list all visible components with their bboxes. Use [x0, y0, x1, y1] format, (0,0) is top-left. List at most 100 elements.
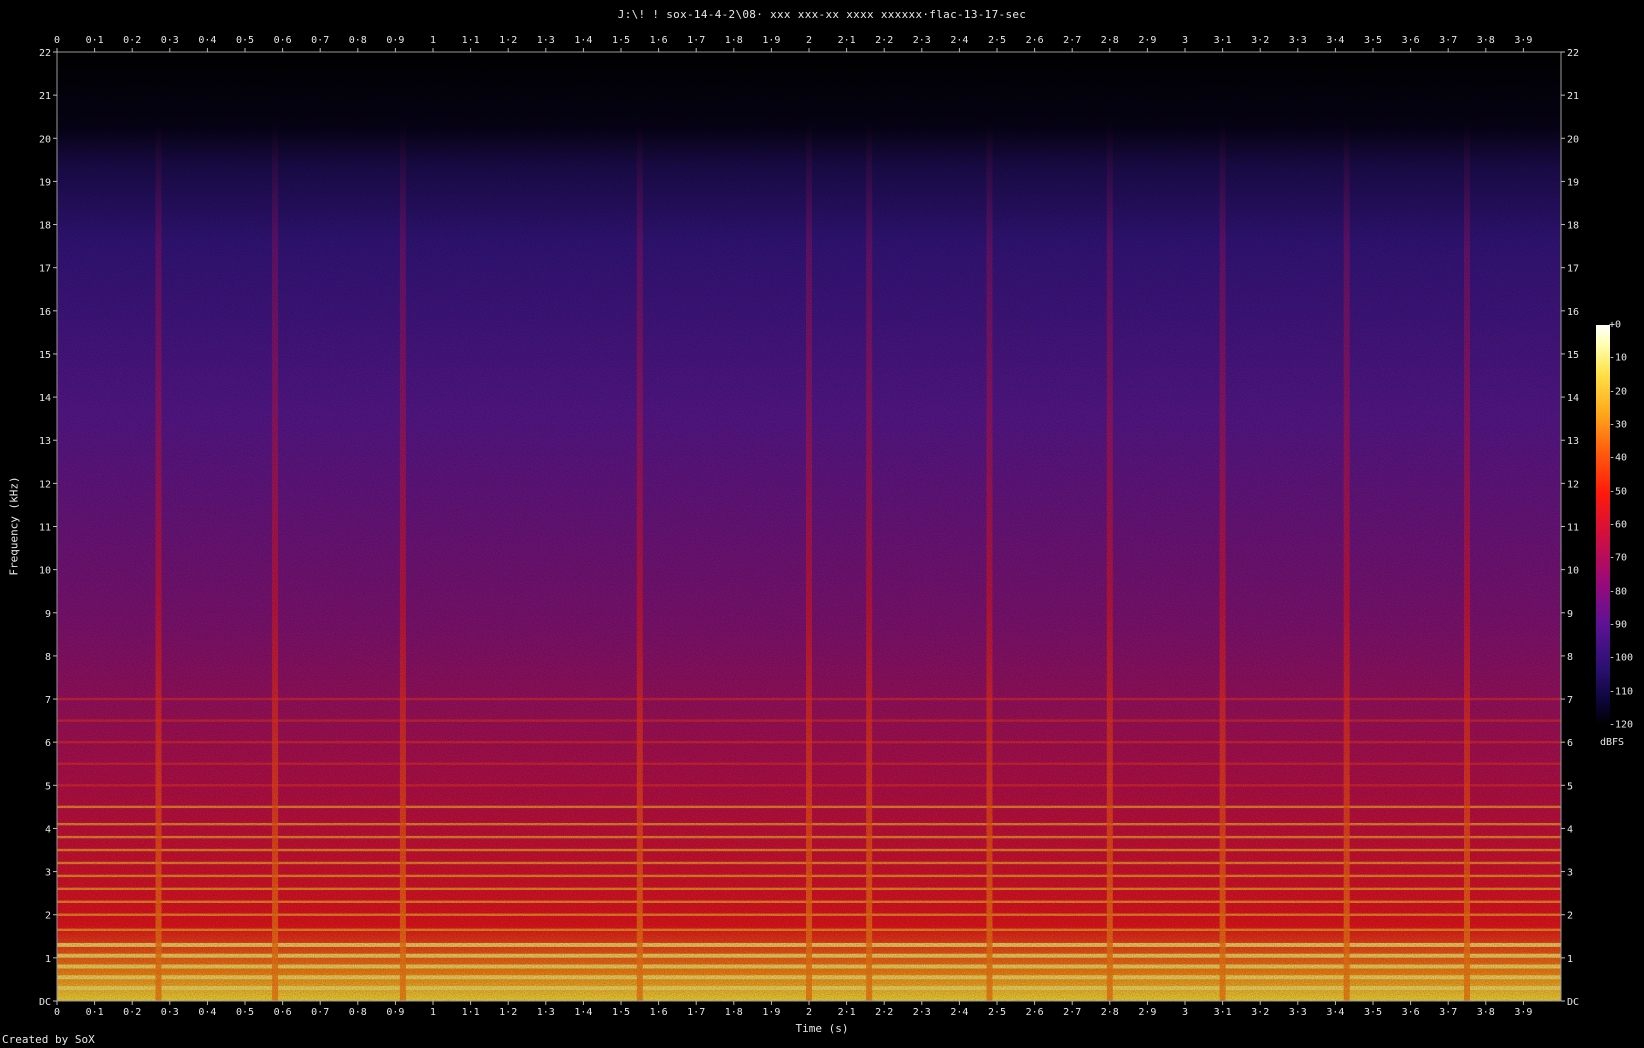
x-tick-label-top: 3·8	[1477, 35, 1495, 46]
x-tick-label-top: 0·1	[86, 35, 104, 46]
x-tick-label-top: 2·7	[1063, 35, 1081, 46]
spectrogram-chart: 0 0 0·1 0·1 0·2 0·2 0·3 0·3 0·4 0·4 0·5 0·5 0·6 0·6 0·…	[39, 35, 1579, 1018]
y-tick-label-right: DC	[1567, 997, 1579, 1008]
x-tick-label-top: 2·8	[1101, 35, 1119, 46]
y-tick-label-right: 19	[1567, 177, 1579, 188]
x-tick-label-bottom: 1·2	[499, 1007, 517, 1018]
x-tick-label-bottom: 1·9	[762, 1007, 780, 1018]
colorbar-tick-label: -90	[1609, 619, 1628, 631]
x-tick-label-top: 2·1	[838, 35, 856, 46]
x-tick-label-top: 3	[1182, 35, 1188, 46]
x-tick-label-bottom: 2·1	[838, 1007, 856, 1018]
x-tick-label-bottom: 1·4	[574, 1007, 592, 1018]
x-tick-label-top: 3·9	[1514, 35, 1532, 46]
y-tick-label-right: 10	[1567, 566, 1579, 577]
x-tick-label-top: 2·6	[1026, 35, 1044, 46]
x-tick-label-bottom: 0·7	[311, 1007, 329, 1018]
credit-text: Created by SoX	[2, 1033, 95, 1046]
y-tick-label-right: 3	[1567, 868, 1573, 879]
y-tick-label-right: 13	[1567, 436, 1579, 447]
x-tick-label-top: 0·6	[274, 35, 292, 46]
x-tick-label-top: 2·2	[875, 35, 893, 46]
x-tick-label-top: 3·6	[1402, 35, 1420, 46]
y-tick-label-left: 13	[39, 436, 51, 447]
x-tick-label-top: 1·5	[612, 35, 630, 46]
x-tick-label-bottom: 3·2	[1251, 1007, 1269, 1018]
y-tick-label-right: 20	[1567, 134, 1579, 145]
y-tick-label-right: 1	[1567, 954, 1573, 965]
y-tick-label-right: 5	[1567, 781, 1573, 792]
x-tick-label-bottom: 0·1	[86, 1007, 104, 1018]
y-tick-label-left: 5	[45, 781, 51, 792]
x-tick-label-bottom: 3·1	[1214, 1007, 1232, 1018]
y-tick-label-right: 2	[1567, 911, 1573, 922]
x-tick-label-bottom: 0·5	[236, 1007, 254, 1018]
x-tick-label-bottom: 0·2	[123, 1007, 141, 1018]
y-tick-label-left: 3	[45, 868, 51, 879]
x-tick-label-top: 1·3	[537, 35, 555, 46]
y-tick-label-left: 2	[45, 911, 51, 922]
x-tick-label-bottom: 1·8	[725, 1007, 743, 1018]
x-tick-label-top: 0·7	[311, 35, 329, 46]
y-tick-label-right: 21	[1567, 91, 1579, 102]
colorbar-tick-label: -120	[1609, 719, 1634, 731]
colorbar-tick-label: -60	[1609, 519, 1628, 531]
y-tick-label-right: 6	[1567, 738, 1573, 749]
y-tick-label-left: 21	[39, 91, 51, 102]
x-tick-label-bottom: 0·9	[386, 1007, 404, 1018]
x-axis-label: Time (s)	[795, 1022, 849, 1035]
x-tick-label-top: 0·3	[161, 35, 179, 46]
x-tick-label-bottom: 1·5	[612, 1007, 630, 1018]
x-tick-label-top: 1·1	[462, 35, 480, 46]
x-tick-label-top: 0·8	[349, 35, 367, 46]
x-tick-label-top: 1	[430, 35, 436, 46]
y-tick-label-right: 16	[1567, 307, 1579, 318]
colorbar-tick-label: -30	[1609, 419, 1628, 431]
y-tick-label-left: 19	[39, 177, 51, 188]
colorbar-tick-label: -80	[1609, 586, 1628, 598]
plot-area	[57, 52, 1561, 1001]
x-tick-label-bottom: 2·7	[1063, 1007, 1081, 1018]
y-tick-label-left: 4	[45, 824, 51, 835]
y-tick-label-left: 22	[39, 48, 51, 59]
y-tick-label-right: 9	[1567, 609, 1573, 620]
x-tick-label-top: 3·2	[1251, 35, 1269, 46]
x-tick-label-bottom: 3·9	[1514, 1007, 1532, 1018]
y-tick-label-right: 4	[1567, 824, 1573, 835]
y-tick-label-left: DC	[39, 997, 51, 1008]
x-tick-label-bottom: 2·4	[950, 1007, 968, 1018]
x-tick-label-bottom: 1·7	[687, 1007, 705, 1018]
y-tick-label-left: 7	[45, 695, 51, 706]
x-tick-label-bottom: 2·6	[1026, 1007, 1044, 1018]
x-tick-label-top: 0·4	[198, 35, 216, 46]
x-tick-label-bottom: 1·6	[650, 1007, 668, 1018]
y-axis-label: Frequency (kHz)	[7, 476, 21, 576]
x-tick-label-top: 1·9	[762, 35, 780, 46]
colorbar-tick-label: +0	[1609, 319, 1622, 331]
x-tick-label-bottom: 2·3	[913, 1007, 931, 1018]
y-tick-label-left: 17	[39, 264, 51, 275]
y-tick-label-left: 12	[39, 479, 51, 490]
x-tick-label-top: 3·3	[1289, 35, 1307, 46]
y-tick-label-right: 12	[1567, 479, 1579, 490]
noise-texture	[57, 52, 1561, 1001]
y-tick-label-left: 10	[39, 566, 51, 577]
x-tick-label-bottom: 2·9	[1138, 1007, 1156, 1018]
x-tick-label-bottom: 2	[806, 1007, 812, 1018]
x-tick-label-top: 2·4	[950, 35, 968, 46]
y-tick-label-left: 6	[45, 738, 51, 749]
y-tick-label-right: 15	[1567, 350, 1579, 361]
x-tick-label-bottom: 0	[54, 1007, 60, 1018]
y-tick-label-left: 20	[39, 134, 51, 145]
x-tick-label-top: 0·9	[386, 35, 404, 46]
colorbar-tick-label: -20	[1609, 386, 1628, 398]
colorbar-tick-label: -110	[1609, 686, 1634, 698]
y-tick-label-left: 11	[39, 523, 51, 534]
x-tick-label-bottom: 3·8	[1477, 1007, 1495, 1018]
colorbar-tick-label: -50	[1609, 486, 1628, 498]
colorbar-tick-label: -70	[1609, 552, 1628, 564]
x-tick-label-bottom: 1	[430, 1007, 436, 1018]
x-tick-label-top: 3·1	[1214, 35, 1232, 46]
y-tick-label-left: 14	[39, 393, 51, 404]
colorbar-gradient	[1596, 325, 1610, 725]
